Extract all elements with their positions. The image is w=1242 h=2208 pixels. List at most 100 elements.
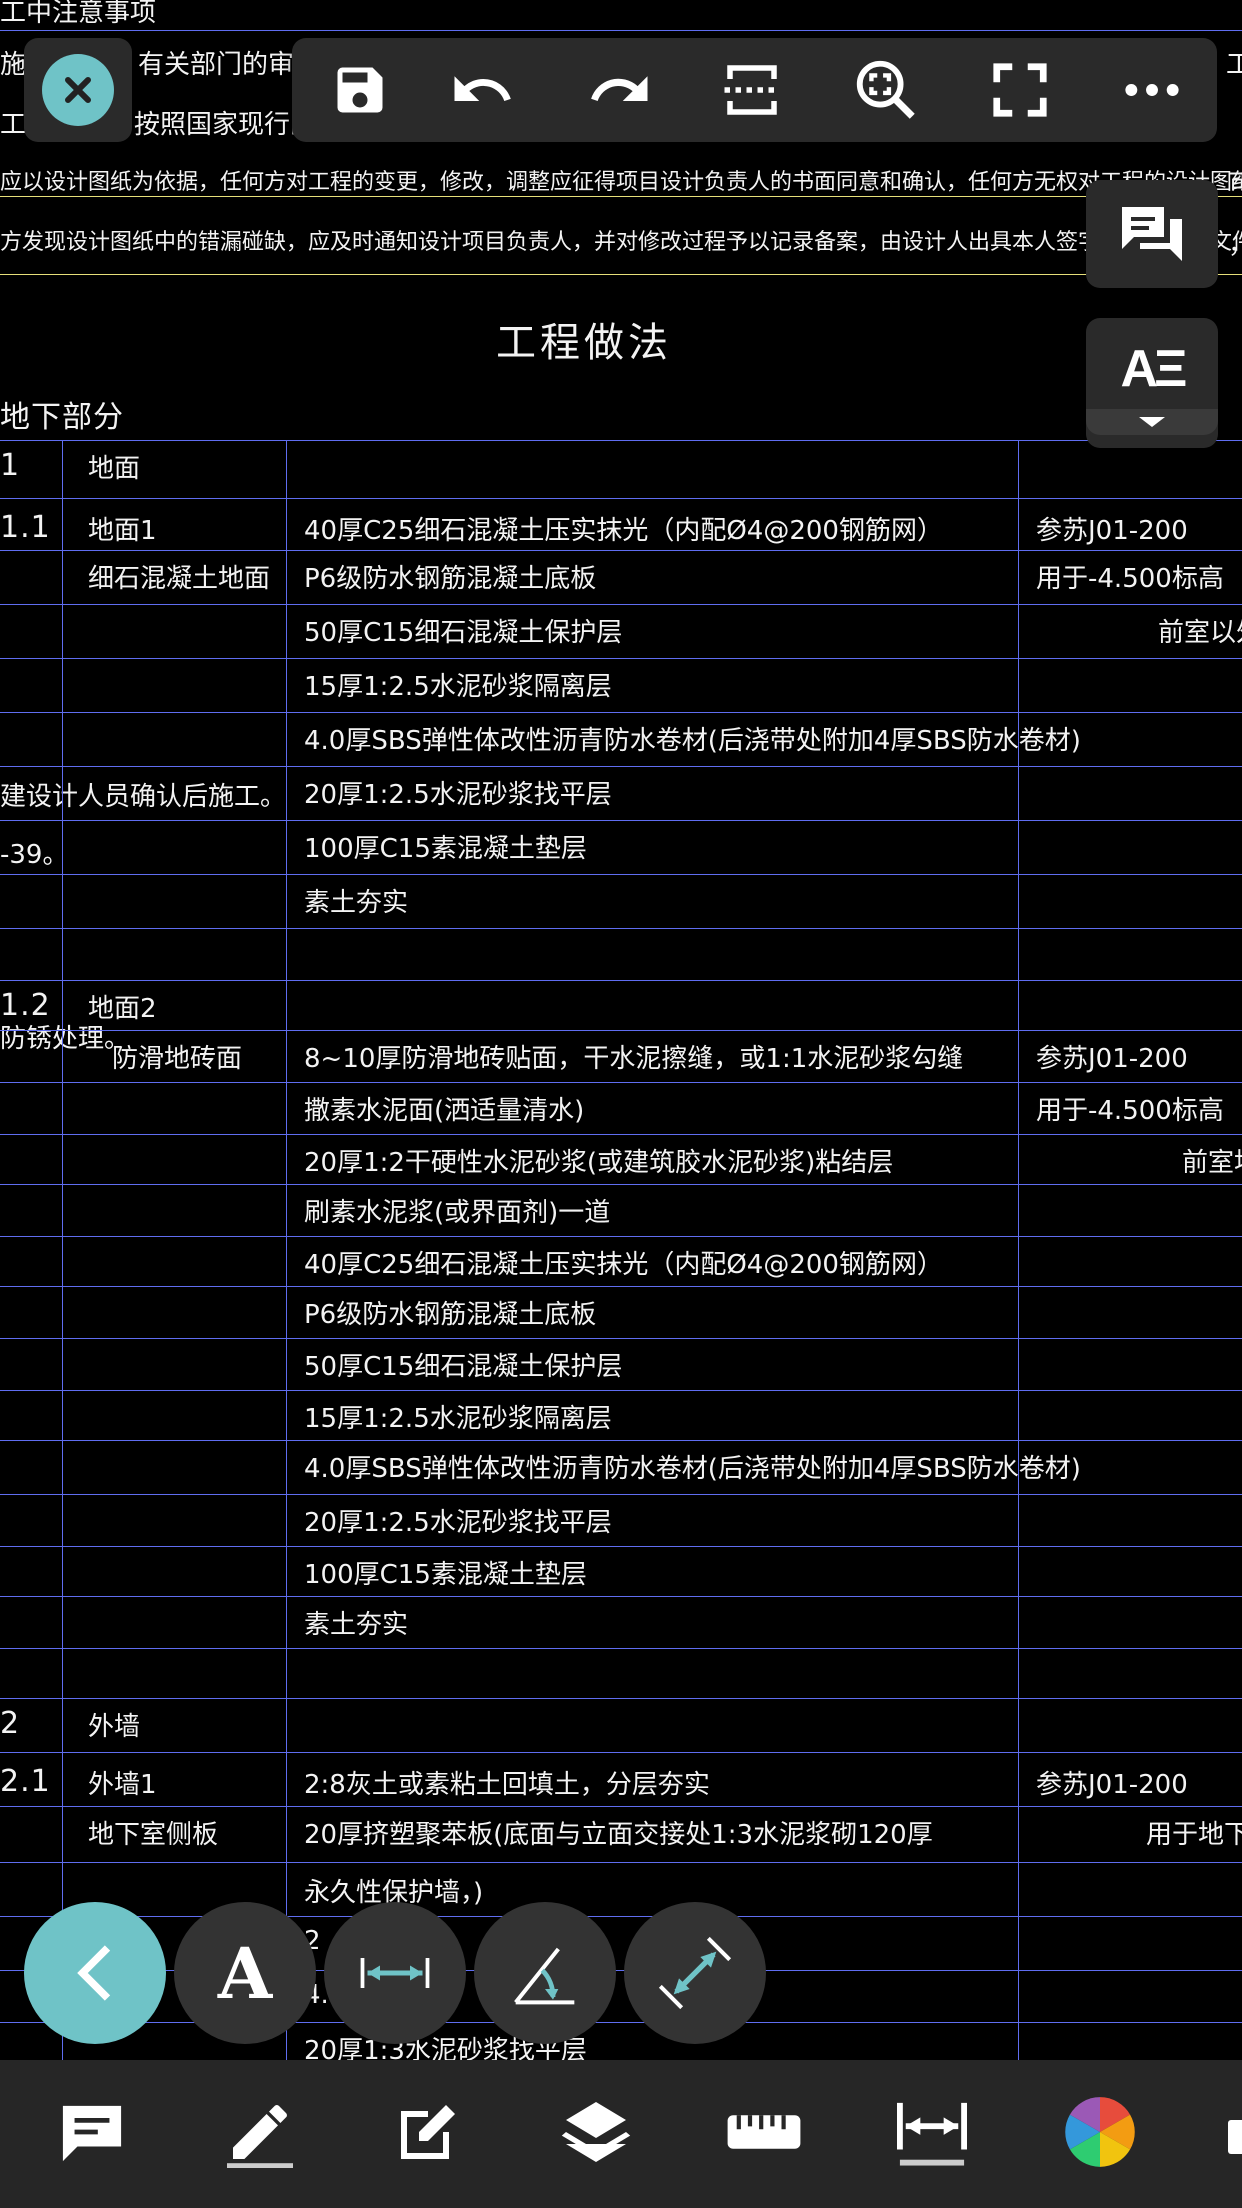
table-rule (0, 874, 1242, 875)
row-spec: P6级防水钢筋混凝土底板 (304, 564, 597, 594)
text-style-button[interactable]: AΞ (1086, 318, 1218, 448)
table-rule (0, 1390, 1242, 1391)
table-rule (0, 1134, 1242, 1135)
row-name: 外墙1 (88, 1770, 157, 1800)
close-panel (24, 38, 132, 142)
pencil-tool-button[interactable] (210, 2082, 310, 2182)
section-button[interactable] (714, 52, 790, 128)
row-reference: 用于-4.500标高 (1036, 564, 1224, 594)
divider (0, 30, 1242, 31)
more-icon (1125, 84, 1179, 96)
expand-toggle[interactable] (1086, 409, 1218, 435)
row-reference: 用于-4.500标高 (1036, 1096, 1224, 1126)
text-style-icon: AΞ (1120, 340, 1187, 398)
layers-icon (561, 2102, 631, 2162)
note-text: 工 (1226, 50, 1242, 80)
ruler-icon (727, 2115, 801, 2149)
row-number: 1 (0, 448, 21, 483)
close-button[interactable] (42, 54, 114, 126)
table-rule (0, 820, 1242, 821)
undo-button[interactable] (444, 52, 520, 128)
table-rule (0, 1440, 1242, 1441)
table-rule (0, 1286, 1242, 1287)
row-spec: 15厚1:2.5水泥砂浆隔离层 (304, 1404, 612, 1434)
row-spec: 50厚C15细石混凝土保护层 (304, 618, 623, 648)
more-button[interactable] (1114, 52, 1190, 128)
zoom-fit-button[interactable] (848, 52, 924, 128)
aligned-dimension-button[interactable] (624, 1902, 766, 2044)
note-text: 应以设计图纸为依据，任何方对工程的变更，修改，调整应征得项目设计负责人的书面同意… (0, 170, 1242, 195)
table-column-rule (1018, 440, 1019, 2060)
layers-button[interactable] (546, 2082, 646, 2182)
cad-drawing-canvas[interactable]: 工中注意事项 施工 有关部门的审 工中 按照国家现行的 应以设计图纸为依据，任何… (0, 0, 1242, 2060)
redo-button[interactable] (582, 52, 658, 128)
linear-dimension-button[interactable] (324, 1902, 466, 2044)
text-tool-button[interactable]: A (174, 1902, 316, 2044)
color-picker-button[interactable] (1050, 2082, 1150, 2182)
overflow-tool-button[interactable] (1228, 2120, 1242, 2154)
undo-icon (454, 76, 511, 101)
fullscreen-button[interactable] (982, 52, 1058, 128)
table-rule (0, 1546, 1242, 1547)
note-text: 按照国家现行的 (134, 110, 317, 140)
row-reference: 前室以外 (1158, 618, 1242, 648)
dimension-icon (897, 2102, 967, 2166)
note-text: 方发现设计图纸中的错漏碰缺，应及时通知设计项目负责人，并对修改过程予以记录备案，… (0, 230, 1242, 255)
row-reference: 参苏J01-200 (1036, 516, 1188, 546)
fullscreen-icon (993, 63, 1047, 117)
row-spec: 100厚C15素混凝土垫层 (304, 834, 587, 864)
row-number: 2.1 (0, 1764, 51, 1799)
table-rule (0, 1862, 1242, 1863)
close-icon (65, 77, 91, 103)
ruler-button[interactable] (714, 2082, 814, 2182)
save-button[interactable] (322, 52, 398, 128)
comment-icon (62, 2105, 122, 2162)
row-spec: 20厚1:2.5水泥砂浆找平层 (304, 1508, 612, 1538)
row-number: 2 (0, 1706, 21, 1741)
back-button[interactable] (24, 1902, 166, 2044)
row-name: 地面2 (88, 994, 157, 1024)
table-rule (0, 1806, 1242, 1807)
angle-dimension-icon (514, 1947, 575, 2005)
table-rule (0, 1752, 1242, 1753)
table-rule (0, 440, 1242, 441)
chevron-down-icon (1139, 417, 1165, 427)
table-rule (0, 2022, 1242, 2023)
side-note: -39。 (0, 840, 69, 870)
row-spec: 撒素水泥面(洒适量清水) (304, 1096, 585, 1126)
comments-button[interactable] (1086, 180, 1218, 288)
table-rule (0, 1494, 1242, 1495)
row-spec: 15厚1:2.5水泥砂浆隔离层 (304, 672, 612, 702)
redo-icon (591, 76, 648, 101)
row-reference: 参苏J01-200 (1036, 1044, 1188, 1074)
dimension-button[interactable] (882, 2082, 982, 2182)
bottom-toolbar (0, 2060, 1242, 2208)
comment-tool-button[interactable] (42, 2082, 142, 2182)
row-spec: 50厚C15细石混凝土保护层 (304, 1352, 623, 1382)
divider (0, 196, 1242, 197)
table-rule (0, 1082, 1242, 1083)
top-toolbar (292, 38, 1217, 142)
table-column-rule (286, 440, 287, 2060)
table-rule (0, 658, 1242, 659)
table-column-rule (62, 440, 63, 2060)
text-icon: A (217, 1931, 273, 2015)
table-rule (0, 1648, 1242, 1649)
edit-tool-button[interactable] (378, 2082, 478, 2182)
note-text: 工中注意事项 (0, 0, 157, 28)
note-text: 可 (1228, 170, 1242, 200)
row-name: 防滑地砖面 (112, 1044, 243, 1074)
table-rule (0, 498, 1242, 499)
subsection-title: 地下部分 (0, 400, 124, 435)
table-rule (0, 1698, 1242, 1699)
note-text: 有关部门的审 (138, 50, 295, 80)
table-rule (0, 604, 1242, 605)
row-number: 1.1 (0, 510, 51, 545)
angle-dimension-button[interactable] (474, 1902, 616, 2044)
row-spec: 刷素水泥浆(或界面剂)一道 (304, 1198, 611, 1228)
row-spec: 素土夯实 (304, 888, 409, 918)
row-spec: P6级防水钢筋混凝土底板 (304, 1300, 597, 1330)
row-spec: 4.0厚SBS弹性体改性沥青防水卷材(后浇带处附加4厚SBS防水卷材) (304, 1454, 1081, 1484)
zoom-fit-icon (856, 60, 915, 119)
row-spec: 40厚C25细石混凝土压实抹光（内配Ø4@200钢筋网） (304, 1250, 943, 1280)
